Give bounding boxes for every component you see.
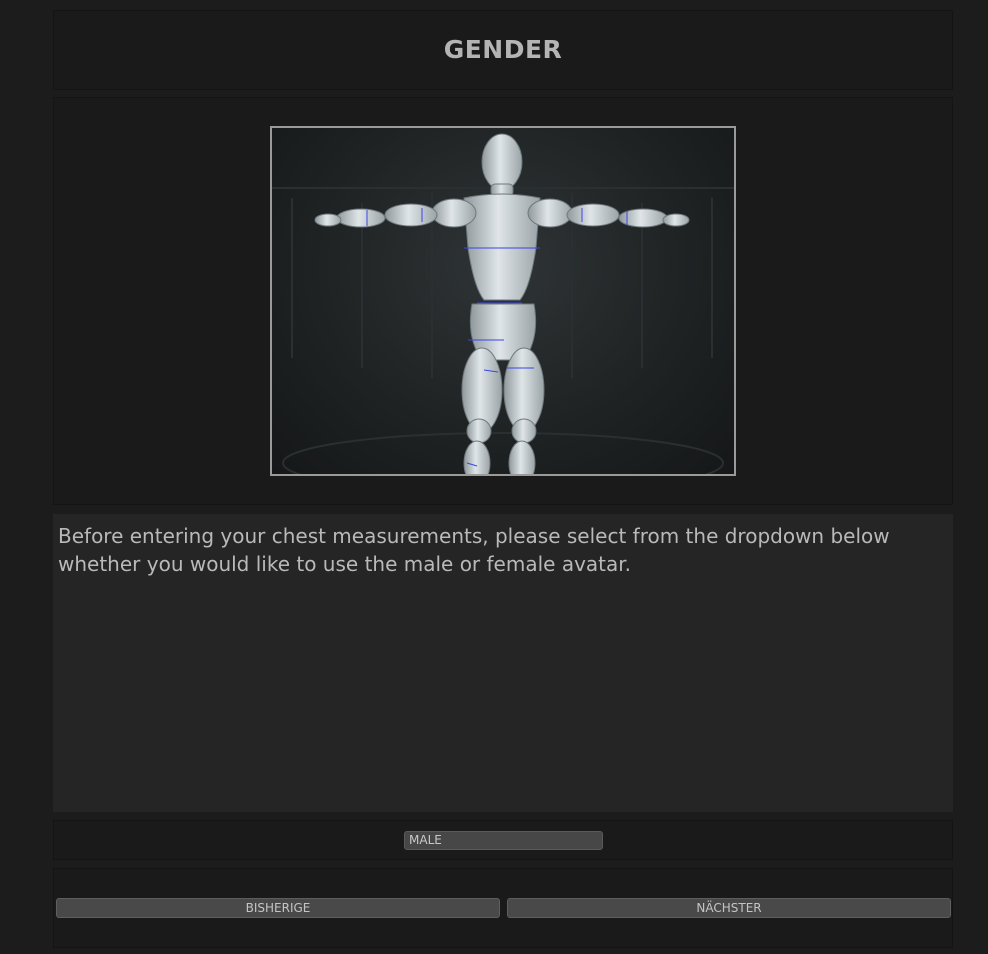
next-button[interactable]: NÄCHSTER <box>507 898 951 918</box>
instructions-panel: Before entering your chest measurements,… <box>53 514 953 812</box>
navigation-panel: BISHERIGE NÄCHSTER <box>53 868 953 948</box>
previous-button[interactable]: BISHERIGE <box>56 898 500 918</box>
instructions-text: Before entering your chest measurements,… <box>58 524 890 576</box>
avatar-preview-panel <box>53 97 953 505</box>
page-container: GENDER Before entering your chest measur… <box>53 10 953 954</box>
gender-select-panel: MALE <box>53 820 953 860</box>
avatar-preview-image <box>270 126 736 476</box>
avatar-3d-model-icon <box>272 133 734 474</box>
gender-dropdown[interactable]: MALE <box>404 831 603 850</box>
title-panel: GENDER <box>53 10 953 90</box>
page-title: GENDER <box>443 35 563 64</box>
